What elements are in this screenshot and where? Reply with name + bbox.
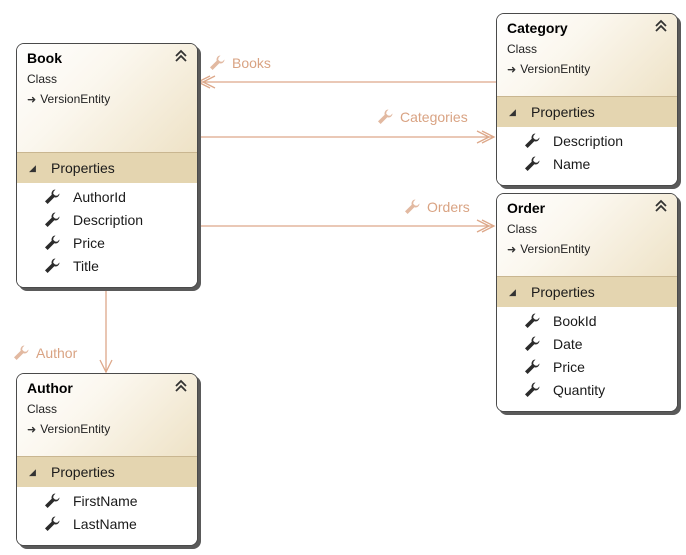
triangle-expanded-icon[interactable]: ◢ (29, 467, 41, 478)
property-row[interactable]: Date (497, 332, 677, 355)
property-list: Description Name (497, 127, 677, 185)
property-name: Description (73, 211, 144, 228)
base-class: ➜ VersionEntity (27, 422, 110, 436)
association-label-categories[interactable]: Categories (376, 108, 468, 126)
base-class: ➜ VersionEntity (27, 92, 110, 106)
section-label: Properties (51, 464, 115, 480)
wrench-icon (525, 133, 540, 148)
property-name: LastName (73, 515, 137, 532)
property-row[interactable]: Quantity (497, 378, 677, 401)
property-row[interactable]: Name (497, 152, 677, 175)
double-chevron-up-icon[interactable] (653, 198, 669, 214)
association-label-author[interactable]: Author (12, 344, 77, 362)
property-name: Price (73, 234, 105, 251)
class-shape-order[interactable]: Order Class ➜ VersionEntity ◢ Properties… (496, 193, 678, 412)
association-label-books[interactable]: Books (208, 54, 271, 72)
association-label-orders-text: Orders (427, 199, 470, 215)
class-shape-author[interactable]: Author Class ➜ VersionEntity ◢ Propertie… (16, 373, 198, 546)
property-name: BookId (553, 312, 597, 329)
property-row[interactable]: FirstName (17, 489, 197, 512)
double-chevron-up-icon[interactable] (653, 18, 669, 34)
class-shape-category[interactable]: Category Class ➜ VersionEntity ◢ Propert… (496, 13, 678, 186)
property-name: Description (553, 132, 624, 149)
properties-section-header[interactable]: ◢ Properties (497, 277, 677, 307)
class-name: Author (27, 380, 73, 396)
property-row[interactable]: Title (17, 254, 197, 277)
class-kind: Class (27, 72, 58, 86)
wrench-icon (45, 189, 60, 204)
base-class-name: VersionEntity (40, 92, 111, 106)
triangle-expanded-icon[interactable]: ◢ (509, 287, 521, 298)
base-class: ➜ VersionEntity (507, 242, 590, 256)
property-name: Name (553, 155, 591, 172)
wrench-icon (525, 382, 540, 397)
base-class: ➜ VersionEntity (507, 62, 590, 76)
properties-section-header[interactable]: ◢ Properties (497, 97, 677, 127)
wrench-icon (45, 235, 60, 250)
wrench-icon (525, 313, 540, 328)
wrench-icon (14, 345, 29, 360)
property-row[interactable]: Description (17, 208, 197, 231)
property-row[interactable]: Description (497, 129, 677, 152)
double-chevron-up-icon[interactable] (173, 378, 189, 394)
section-label: Properties (51, 160, 115, 176)
inheritance-arrow-icon: ➜ (27, 93, 37, 106)
association-label-books-text: Books (232, 55, 271, 71)
class-name: Category (507, 20, 568, 36)
wrench-icon (525, 359, 540, 374)
property-row[interactable]: LastName (17, 512, 197, 535)
wrench-icon (45, 258, 60, 273)
property-list: BookId Date Price Quantity (497, 307, 677, 411)
wrench-icon (525, 336, 540, 351)
wrench-icon (210, 55, 225, 70)
property-name: Date (553, 335, 583, 352)
wrench-icon (45, 516, 60, 531)
class-diagram-canvas: Books Categories Orders Author Book Clas… (0, 0, 686, 555)
class-kind: Class (507, 222, 538, 236)
property-name: Quantity (553, 381, 606, 398)
inheritance-arrow-icon: ➜ (27, 423, 37, 436)
base-class-name: VersionEntity (520, 242, 591, 256)
wrench-icon (405, 199, 420, 214)
association-label-author-text: Author (36, 345, 78, 361)
property-row[interactable]: AuthorId (17, 185, 197, 208)
property-row[interactable]: Price (17, 231, 197, 254)
property-name: AuthorId (73, 188, 126, 205)
triangle-expanded-icon[interactable]: ◢ (29, 163, 41, 174)
section-label: Properties (531, 104, 595, 120)
base-class-name: VersionEntity (520, 62, 591, 76)
double-chevron-up-icon[interactable] (173, 48, 189, 64)
wrench-icon (45, 493, 60, 508)
class-header-book[interactable]: Book Class ➜ VersionEntity (17, 44, 197, 153)
properties-section-header[interactable]: ◢ Properties (17, 153, 197, 183)
wrench-icon (45, 212, 60, 227)
class-name: Book (27, 50, 62, 66)
wrench-icon (378, 109, 393, 124)
property-row[interactable]: BookId (497, 309, 677, 332)
inheritance-arrow-icon: ➜ (507, 63, 517, 76)
property-name: Title (73, 257, 99, 274)
association-label-orders[interactable]: Orders (403, 198, 470, 216)
class-name: Order (507, 200, 546, 216)
property-name: FirstName (73, 492, 138, 509)
property-row[interactable]: Price (497, 355, 677, 378)
property-list: AuthorId Description Price Title (17, 183, 197, 287)
properties-section-header[interactable]: ◢ Properties (17, 457, 197, 487)
base-class-name: VersionEntity (40, 422, 111, 436)
association-label-categories-text: Categories (400, 109, 468, 125)
wrench-icon (525, 156, 540, 171)
triangle-expanded-icon[interactable]: ◢ (509, 107, 521, 118)
class-kind: Class (507, 42, 538, 56)
class-kind: Class (27, 402, 58, 416)
class-header-category[interactable]: Category Class ➜ VersionEntity (497, 14, 677, 97)
property-list: FirstName LastName (17, 487, 197, 545)
class-shape-book[interactable]: Book Class ➜ VersionEntity ◢ Properties … (16, 43, 198, 288)
inheritance-arrow-icon: ➜ (507, 243, 517, 256)
section-label: Properties (531, 284, 595, 300)
property-name: Price (553, 358, 585, 375)
class-header-order[interactable]: Order Class ➜ VersionEntity (497, 194, 677, 277)
class-header-author[interactable]: Author Class ➜ VersionEntity (17, 374, 197, 457)
